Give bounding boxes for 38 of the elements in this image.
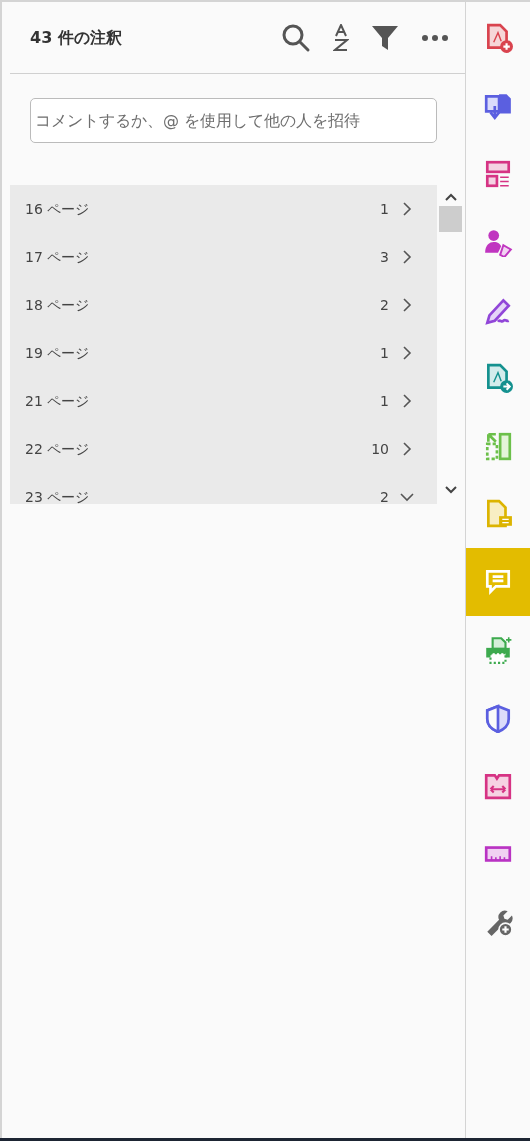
files-down-icon <box>483 91 513 121</box>
page-group-row[interactable]: 21 ページ 1 <box>10 377 437 425</box>
printer-sparkle-icon <box>483 635 513 665</box>
page-group-row[interactable]: 19 ページ 1 <box>10 329 437 377</box>
comment-count: 2 <box>380 295 389 315</box>
page-group-row[interactable]: 22 ページ 10 <box>10 425 437 473</box>
page-label: 22 ページ <box>25 439 91 459</box>
more-icon <box>421 33 449 42</box>
comment-count: 10 <box>371 439 389 459</box>
page-label: 18 ページ <box>25 295 91 315</box>
columns-move-icon <box>483 431 513 461</box>
page-label: 16 ページ <box>25 199 91 219</box>
shield-icon <box>483 703 513 733</box>
person-pen-icon <box>483 227 513 257</box>
sort-icon <box>333 23 349 52</box>
page-resize-icon <box>483 771 513 801</box>
comment-field[interactable]: コメントするか、@ を使用して他の人を招待 <box>30 98 437 143</box>
scroll-thumb[interactable] <box>439 206 462 232</box>
comment-count: 3 <box>380 247 389 267</box>
layout-icon <box>483 159 513 189</box>
panel-title: 43 件の注釈 <box>30 26 123 49</box>
filter-icon <box>371 23 399 52</box>
search-icon <box>281 22 311 53</box>
comment-count: 1 <box>380 343 389 363</box>
comment-count: 2 <box>380 487 389 504</box>
page-label: 19 ページ <box>25 343 91 363</box>
page-group-row[interactable]: 18 ページ 2 <box>10 281 437 329</box>
page-label: 17 ページ <box>25 247 91 267</box>
page-group-row[interactable]: 16 ページ 1 <box>10 185 437 233</box>
comment-icon <box>483 567 513 597</box>
scroll-up-icon[interactable] <box>443 192 458 202</box>
scroll-down-icon[interactable] <box>443 485 458 495</box>
page-label: 23 ページ <box>25 487 91 504</box>
comment-count: 1 <box>380 391 389 411</box>
page-label: 21 ページ <box>25 391 91 411</box>
page-group-row[interactable]: 23 ページ 2 <box>10 473 437 504</box>
comment-count: 1 <box>380 199 389 219</box>
page-group-row[interactable]: 17 ページ 3 <box>10 233 437 281</box>
